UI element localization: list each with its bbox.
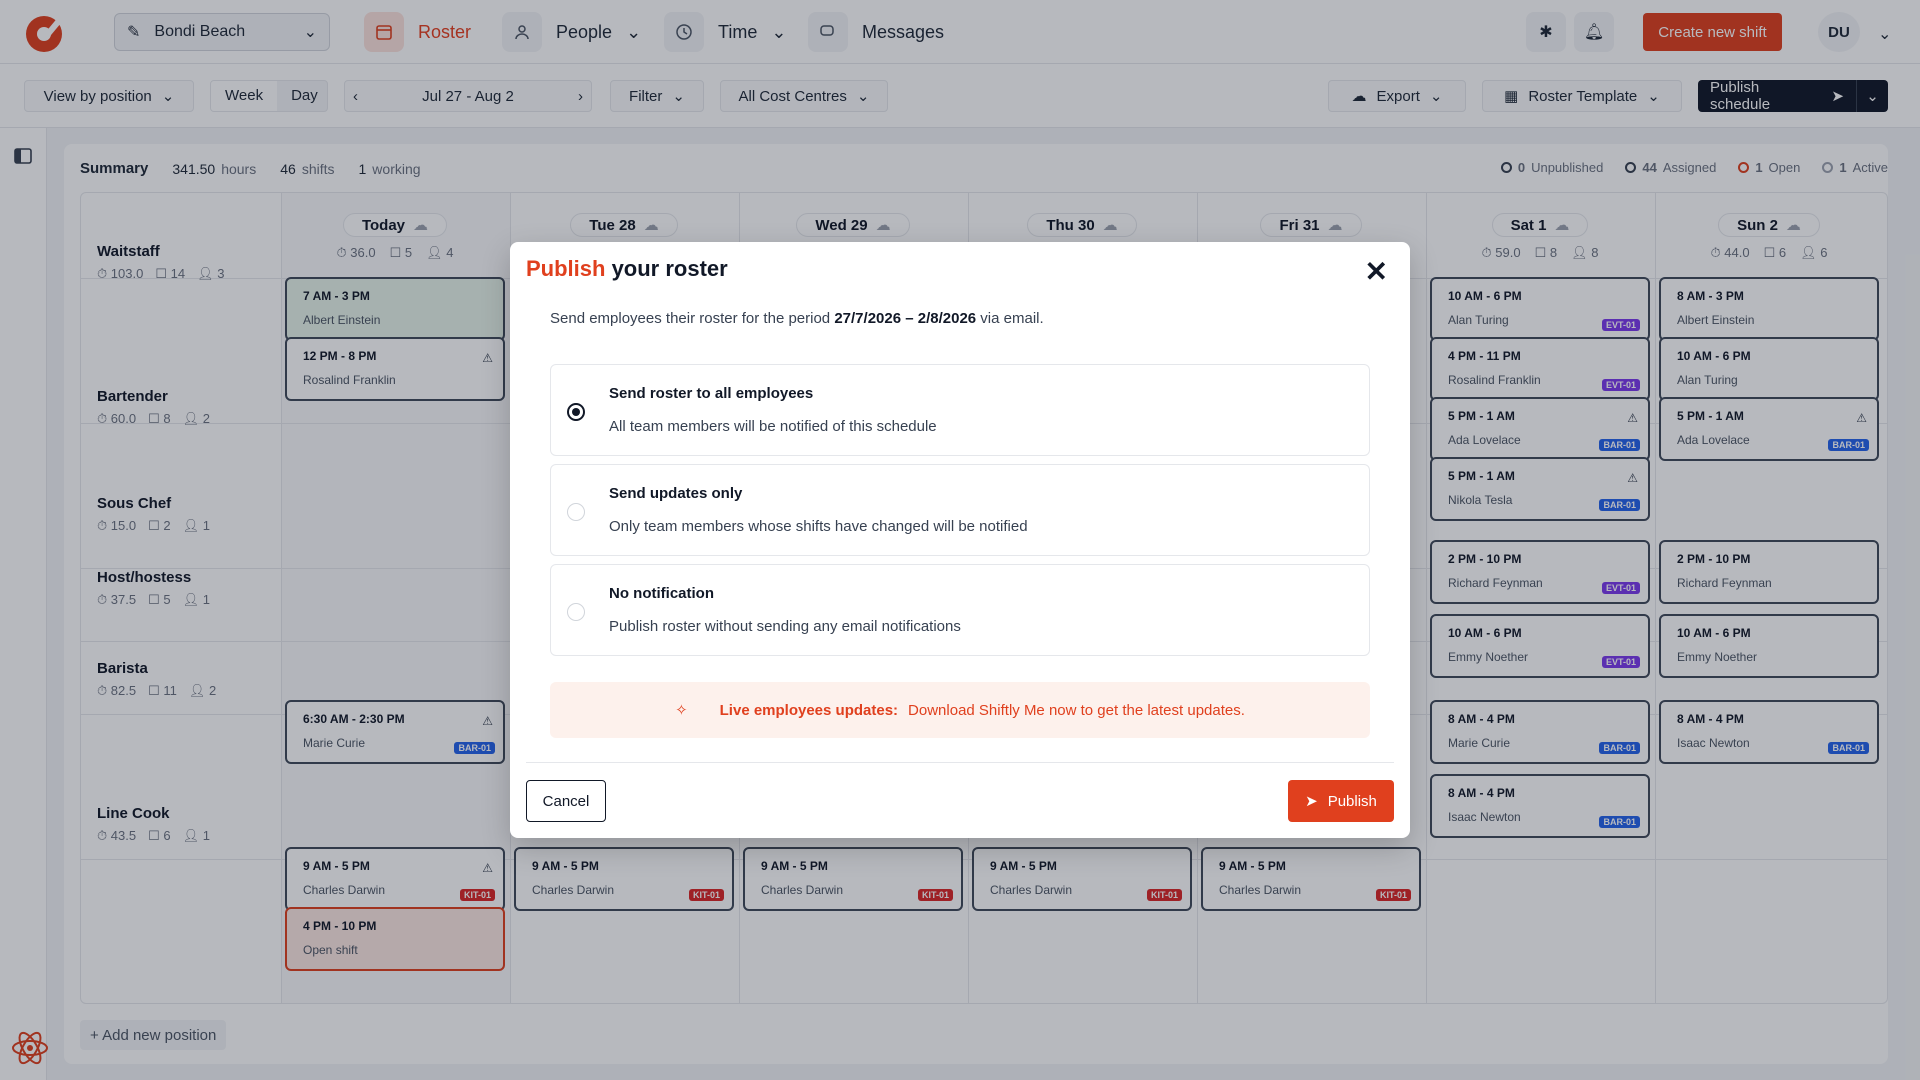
option-send-updates[interactable]: Send updates only Only team members whos… [550, 464, 1370, 556]
send-icon: ➤ [1305, 793, 1318, 810]
radio-button[interactable] [567, 403, 585, 421]
radio-button[interactable] [567, 503, 585, 521]
publish-roster-dialog: Publish your roster ✕ Send employees the… [510, 242, 1410, 838]
publish-button[interactable]: ➤ Publish [1288, 780, 1394, 822]
desc-period: 27/7/2026 – 2/8/2026 [834, 310, 977, 327]
option-title: No notification [609, 585, 714, 602]
divider [526, 762, 1394, 763]
dialog-title: Publish your roster [526, 256, 728, 282]
option-desc: Publish roster without sending any email… [609, 618, 961, 635]
live-updates-link[interactable]: Download Shiftly Me now to get the lates… [908, 702, 1245, 719]
option-desc: Only team members whose shifts have chan… [609, 518, 1028, 535]
live-updates-label: Live employees updates: [719, 701, 899, 719]
radio-button[interactable] [567, 603, 585, 621]
dialog-title-rest: your roster [605, 256, 728, 281]
option-title: Send roster to all employees [609, 385, 814, 402]
cancel-button[interactable]: Cancel [526, 780, 606, 822]
desc-suffix: via email. [976, 310, 1044, 327]
option-desc: All team members will be notified of thi… [609, 418, 937, 435]
option-send-all[interactable]: Send roster to all employees All team me… [550, 364, 1370, 456]
dialog-description: Send employees their roster for the peri… [550, 310, 1044, 327]
publish-label: Publish [1327, 792, 1377, 810]
live-updates-banner: ✧ Live employees updates: Download Shift… [550, 682, 1370, 738]
option-title: Send updates only [609, 485, 743, 502]
dialog-title-highlight: Publish [526, 256, 606, 281]
desc-prefix: Send employees their roster for the peri… [550, 310, 835, 327]
close-icon[interactable]: ✕ [1365, 258, 1388, 286]
sparkle-icon: ✧ [675, 702, 688, 719]
option-no-notification[interactable]: No notification Publish roster without s… [550, 564, 1370, 656]
